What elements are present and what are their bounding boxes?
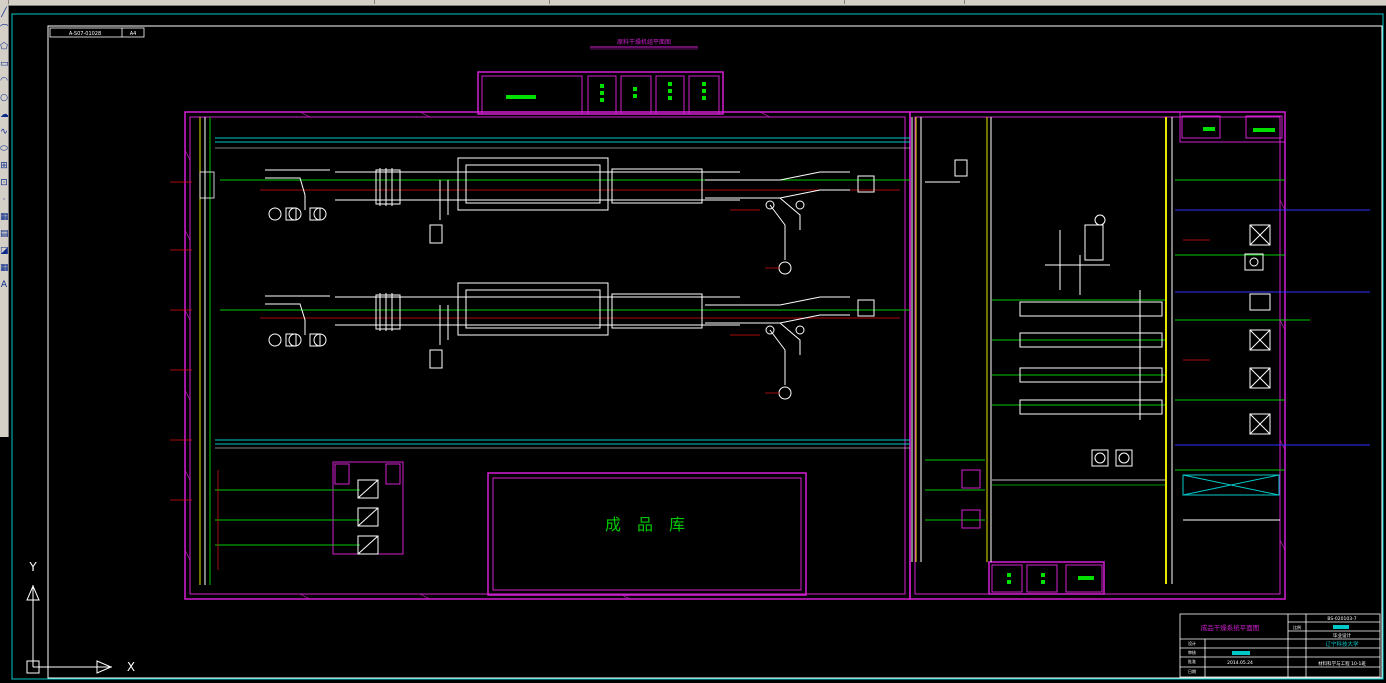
title-design-stage: 毕业设计 (1333, 632, 1351, 639)
title-scale-label: 比例 (1293, 624, 1301, 630)
wall-hatch-marks (184, 111, 1286, 600)
title-date: 2014.05.24 (1227, 660, 1253, 666)
title-drawing-number: BS-020103-7 (1327, 616, 1356, 622)
make-block-tool[interactable]: ⊡ (0, 175, 8, 192)
arc-tool[interactable]: ◠ (0, 73, 8, 90)
title-approver-label: 批准 (1188, 658, 1196, 664)
circle-tool[interactable]: ○ (0, 90, 8, 107)
title-class: 材料科学与工程 10-1班 (1318, 660, 1366, 667)
strip-segment (960, 0, 965, 4)
title-drawing-name: 成品干燥系统平面图 (1201, 623, 1260, 632)
strip-segment (840, 0, 845, 4)
strip-segment (545, 0, 550, 4)
title-date-label: 日期 (1188, 668, 1196, 674)
drawing-canvas[interactable]: A-S07-01028 A4 原料干燥机组平面图 成 品 库 Y X 成品干燥系… (8, 5, 1386, 683)
region-tool[interactable]: ◪ (0, 243, 8, 260)
line-tool[interactable]: ╱ (0, 5, 8, 22)
warehouse-label: 成 品 库 (605, 515, 685, 534)
dryer-line-1 (265, 157, 875, 275)
table-tool[interactable]: ▦ (0, 260, 8, 277)
title-university: 辽宁科技大学 (1325, 640, 1359, 648)
polygon-tool[interactable]: ⬠ (0, 39, 8, 56)
title-designer-label: 设计 (1188, 640, 1196, 646)
strip-segment (0, 0, 9, 4)
ucs-y-label: Y (28, 560, 37, 574)
plan-title-group: 原料干燥机组平面图 (590, 38, 698, 50)
warehouse-label-group: 成 品 库 (605, 515, 685, 534)
strip-segment (370, 0, 375, 4)
revcloud-tool[interactable]: ☁ (0, 107, 8, 124)
storage-fans (357, 469, 981, 555)
dryer-line-2 (265, 282, 875, 400)
insert-block-tool[interactable]: ⊞ (0, 158, 8, 175)
hatch-tool[interactable]: ▦ (0, 209, 8, 226)
mtext-tool[interactable]: A (0, 277, 8, 294)
polyline-tool[interactable]: ⌒ (0, 22, 8, 39)
point-tool[interactable]: · (0, 192, 8, 209)
title-checker-label: 审核 (1188, 649, 1196, 655)
gradient-tool[interactable]: ▤ (0, 226, 8, 243)
ucs-icon: Y X (26, 560, 135, 674)
ucs-x-label: X (127, 660, 135, 674)
sheet-code-box: A-S07-01028 A4 (49, 27, 145, 38)
plan-title: 原料干燥机组平面图 (617, 38, 671, 46)
spline-tool[interactable]: ∿ (0, 124, 8, 141)
ellipse-tool[interactable]: ⬭ (0, 141, 8, 158)
sheet-code: A-S07-01028 (69, 31, 101, 37)
sheet-tag: A4 (130, 31, 137, 37)
title-block: 成品干燥系统平面图 BS-020103-7 比例 毕业设计 辽宁科技大学 材料科… (1179, 613, 1381, 678)
rectangle-tool[interactable]: ▭ (0, 56, 8, 73)
